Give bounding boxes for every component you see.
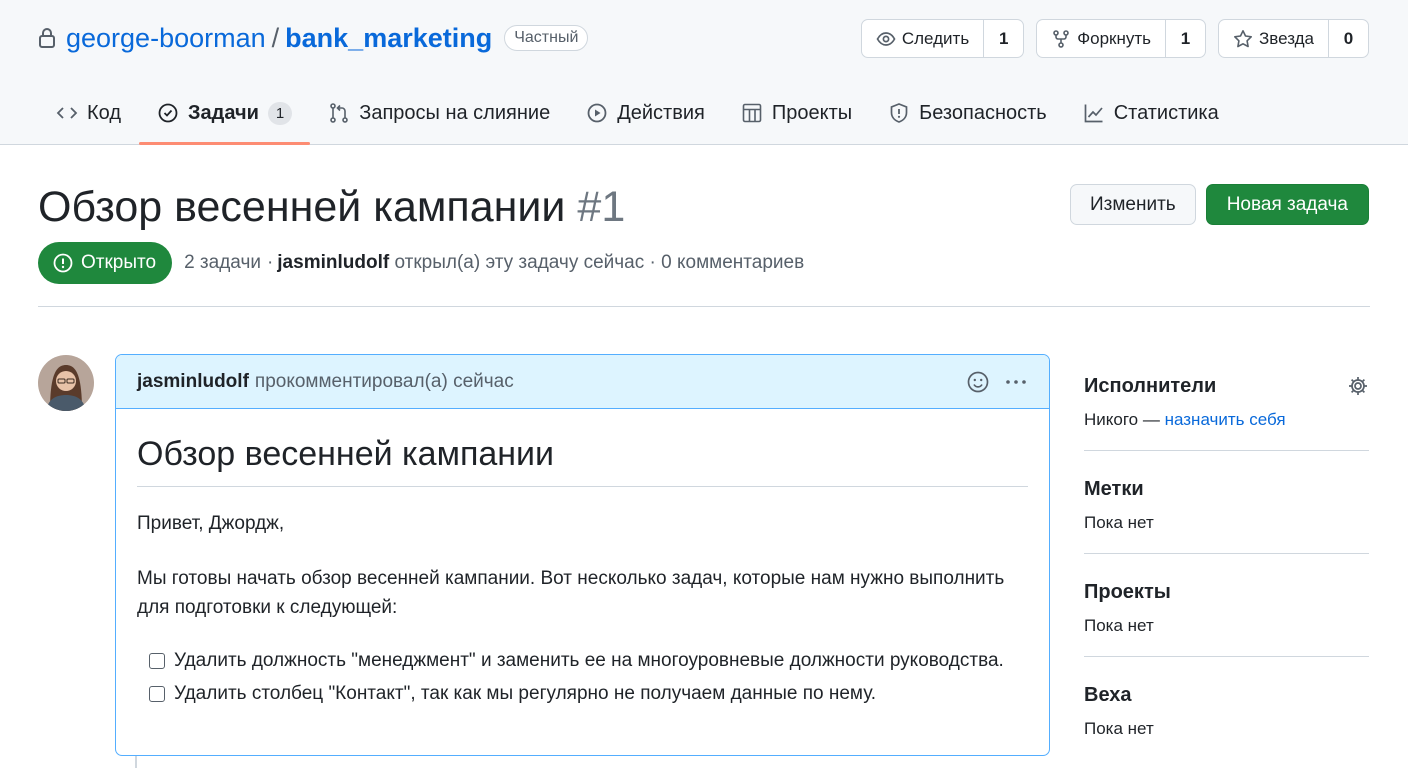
issue-number: #1 xyxy=(577,182,626,231)
task-item: Удалить должность "менеджмент" и заменит… xyxy=(149,646,1028,676)
breadcrumb-separator: / xyxy=(271,22,280,53)
star-button[interactable]: Звезда 0 xyxy=(1218,19,1369,58)
table-icon xyxy=(742,103,762,123)
repo-actions: Следить 1 Форкнуть 1 Звезда 0 xyxy=(860,19,1369,58)
comment-action: прокомментировал(а) сейчас xyxy=(254,370,514,392)
fork-icon xyxy=(1053,29,1070,48)
milestone-value: Пока нет xyxy=(1084,719,1154,738)
graph-icon xyxy=(1084,104,1103,123)
milestone-title[interactable]: Веха xyxy=(1084,679,1369,711)
avatar-image xyxy=(38,355,94,411)
tab-projects[interactable]: Проекты xyxy=(723,88,870,138)
code-icon xyxy=(56,107,78,119)
tab-security[interactable]: Безопасность xyxy=(870,88,1065,138)
task-list: Удалить должность "менеджмент" и заменит… xyxy=(137,646,1028,709)
repo-owner-link[interactable]: george-boorman xyxy=(66,23,266,54)
labels-value: Пока нет xyxy=(1084,513,1154,532)
opened-text: открыл(а) эту задачу сейчас xyxy=(394,252,645,273)
issue-title-row: Обзор весенней кампании #1 xyxy=(38,180,625,234)
header-divider xyxy=(38,306,1370,307)
task-checkbox[interactable] xyxy=(149,686,165,702)
issue-sidebar: Исполнители Никого — назначить себя Метк… xyxy=(1084,370,1369,781)
issue-title: Обзор весенней кампании xyxy=(38,182,566,231)
labels-section: Метки Пока нет xyxy=(1084,473,1369,554)
timeline-line xyxy=(135,756,137,768)
milestone-section: Веха Пока нет xyxy=(1084,679,1369,759)
task-checkbox[interactable] xyxy=(149,653,165,669)
tab-code-label: Код xyxy=(87,101,122,124)
lock-icon xyxy=(39,28,55,48)
pull-request-icon xyxy=(330,103,349,123)
comment-paragraph: Мы готовы начать обзор весенней кампании… xyxy=(137,568,1005,618)
tab-pull-requests[interactable]: Запросы на слияние xyxy=(310,88,568,138)
issue-state-label: Открыто xyxy=(81,252,157,273)
tab-insights-label: Статистика xyxy=(1113,101,1219,124)
task-text: Удалить должность "менеджмент" и заменит… xyxy=(174,650,1004,671)
assign-yourself-link[interactable]: назначить себя xyxy=(1165,410,1286,429)
kebab-menu-icon[interactable] xyxy=(1004,370,1028,394)
star-count[interactable]: 0 xyxy=(1328,20,1368,57)
tab-security-label: Безопасность xyxy=(919,101,1047,124)
labels-title[interactable]: Метки xyxy=(1084,473,1369,505)
edit-button[interactable]: Изменить xyxy=(1069,184,1196,225)
tasks-count: 2 задачи xyxy=(184,252,261,273)
meta-dot: · xyxy=(266,252,274,273)
gear-icon[interactable] xyxy=(1347,375,1369,397)
assignees-section: Исполнители Никого — назначить себя xyxy=(1084,370,1369,451)
issue-title-actions: Изменить Новая задача xyxy=(1069,184,1369,225)
assignees-value: Никого — назначить себя xyxy=(1084,410,1369,430)
issue-author-link[interactable]: jasminludolf xyxy=(277,252,389,273)
issue-state-badge: Открыто xyxy=(38,242,173,284)
tab-insights[interactable]: Статистика xyxy=(1065,88,1237,138)
shield-icon xyxy=(890,103,908,123)
visibility-badge: Частный xyxy=(504,25,589,51)
tab-projects-label: Проекты xyxy=(771,101,853,124)
tab-code[interactable]: Код xyxy=(38,88,139,138)
star-label: Звезда xyxy=(1259,28,1314,48)
task-text: Удалить столбец "Контакт", так как мы ре… xyxy=(174,683,877,704)
repo-header: george-boorman / bank_marketing Частный … xyxy=(0,0,1408,145)
comment-heading: Обзор весенней кампании xyxy=(137,435,1028,487)
comment-header: jasminludolf прокомментировал(а) сейчас xyxy=(116,355,1049,409)
play-icon xyxy=(587,103,607,123)
comments-count: · 0 комментариев xyxy=(649,252,805,273)
watch-count[interactable]: 1 xyxy=(983,20,1023,57)
assignees-title[interactable]: Исполнители xyxy=(1084,370,1369,402)
watch-label: Следить xyxy=(901,28,970,48)
tab-issues-count: 1 xyxy=(267,101,293,125)
repo-name-link[interactable]: bank_marketing xyxy=(285,23,492,54)
comment-author-link[interactable]: jasminludolf xyxy=(137,371,249,393)
issue-meta: Открыто 2 задачи · jasminludolf открыл(а… xyxy=(38,242,804,284)
projects-section: Проекты Пока нет xyxy=(1084,576,1369,657)
fork-label: Форкнуть xyxy=(1077,28,1152,48)
smiley-icon[interactable] xyxy=(966,370,990,394)
issue-open-icon xyxy=(53,253,73,273)
issue-icon xyxy=(158,103,178,123)
new-issue-button[interactable]: Новая задача xyxy=(1205,184,1369,225)
comment-body: Обзор весенней кампании Привет, Джордж, … xyxy=(116,409,1049,709)
projects-value: Пока нет xyxy=(1084,616,1154,635)
tab-issues-label: Задачи xyxy=(188,101,259,124)
tab-issues[interactable]: Задачи 1 xyxy=(139,88,311,145)
projects-title[interactable]: Проекты xyxy=(1084,576,1369,608)
avatar[interactable] xyxy=(38,355,94,411)
assignees-none: Никого — xyxy=(1084,410,1160,429)
comment-greeting: Привет, Джордж, xyxy=(137,513,285,534)
fork-button[interactable]: Форкнуть 1 xyxy=(1036,19,1207,58)
eye-icon xyxy=(876,31,896,46)
repo-tabs: Код Задачи 1 Запросы на слияние Действия… xyxy=(38,88,1237,145)
fork-count[interactable]: 1 xyxy=(1165,20,1205,57)
tab-pull-requests-label: Запросы на слияние xyxy=(359,101,551,124)
tab-actions[interactable]: Действия xyxy=(568,88,723,138)
tab-actions-label: Действия xyxy=(617,101,705,124)
repo-breadcrumb: george-boorman / bank_marketing Частный xyxy=(38,20,589,56)
watch-button[interactable]: Следить 1 xyxy=(860,19,1025,58)
star-icon xyxy=(1234,29,1253,47)
task-item: Удалить столбец "Контакт", так как мы ре… xyxy=(149,679,1028,709)
issue-comment: jasminludolf прокомментировал(а) сейчас … xyxy=(115,354,1050,756)
